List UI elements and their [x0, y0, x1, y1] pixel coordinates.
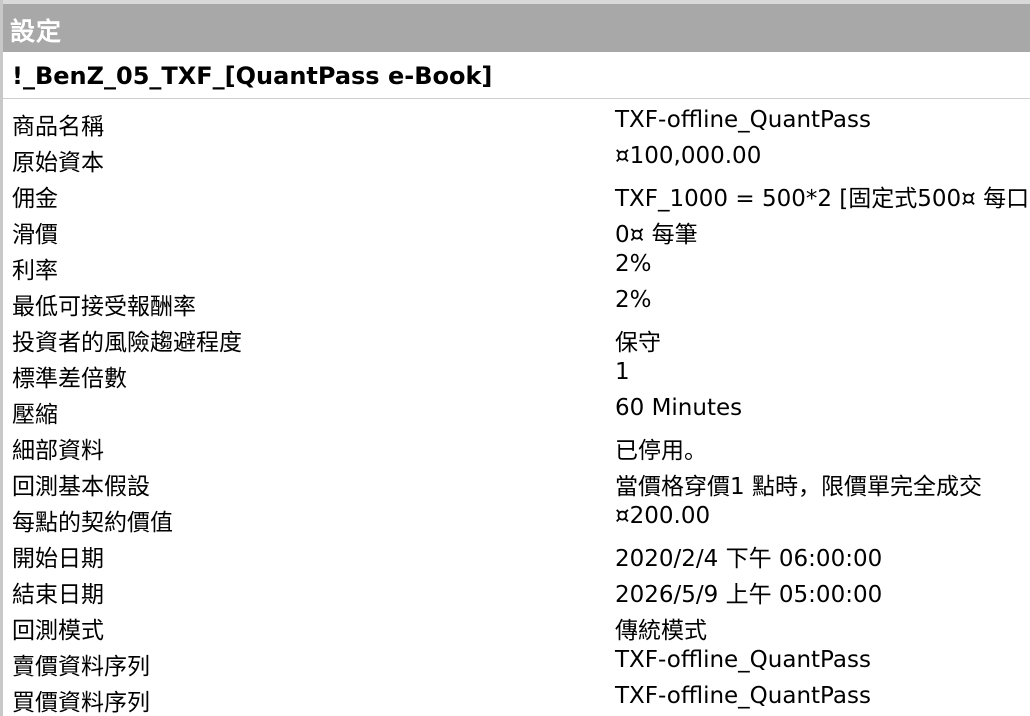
setting-label: 每點的契約價值 — [12, 510, 173, 536]
setting-value: 2026/5/9 上午 05:00:00 — [615, 582, 883, 608]
strategy-name-row: !_BenZ_05_TXF_[QuantPass e-Book] — [3, 54, 1030, 99]
setting-label: 買價資料序列 — [12, 690, 150, 716]
setting-value: 當價格穿價1 點時，限價單完全成交 — [615, 474, 982, 500]
settings-title: 設定 — [10, 17, 63, 46]
setting-label: 標準差倍數 — [12, 366, 127, 392]
settings-list: 商品名稱 TXF-offline_QuantPass 原始資本 ¤100,000… — [3, 104, 1030, 716]
setting-label: 賣價資料序列 — [12, 654, 150, 680]
setting-label: 回測模式 — [12, 618, 104, 644]
settings-header: 設定 — [3, 0, 1030, 52]
setting-label: 投資者的風險趨避程度 — [12, 330, 242, 356]
setting-label: 壓縮 — [12, 402, 58, 428]
setting-label: 回測基本假設 — [12, 474, 150, 500]
setting-value: 傳統模式 — [615, 618, 707, 644]
setting-label: 最低可接受報酬率 — [12, 294, 196, 320]
setting-value: ¤200.00 — [615, 503, 711, 529]
setting-label: 佣金 — [12, 186, 58, 212]
setting-row-compression: 壓縮 60 Minutes — [3, 392, 1030, 428]
setting-row-backtest-mode: 回測模式 傳統模式 — [3, 608, 1030, 644]
setting-label: 結束日期 — [12, 582, 104, 608]
setting-value: 保守 — [615, 330, 661, 356]
setting-label: 滑價 — [12, 222, 58, 248]
setting-row-std-multiplier: 標準差倍數 1 — [3, 356, 1030, 392]
setting-value: 2020/2/4 下午 06:00:00 — [615, 546, 883, 572]
setting-row-slippage: 滑價 0¤ 每筆 — [3, 212, 1030, 248]
setting-row-end-date: 結束日期 2026/5/9 上午 05:00:00 — [3, 572, 1030, 608]
setting-value: TXF-offline_QuantPass — [615, 683, 871, 709]
setting-value: 1 — [615, 359, 630, 385]
setting-label: 開始日期 — [12, 546, 104, 572]
setting-row-detail-data: 細部資料 已停用。 — [3, 428, 1030, 464]
setting-row-point-value: 每點的契約價值 ¤200.00 — [3, 500, 1030, 536]
setting-value: 0¤ 每筆 — [615, 222, 698, 248]
setting-row-start-date: 開始日期 2020/2/4 下午 06:00:00 — [3, 536, 1030, 572]
setting-label: 商品名稱 — [12, 114, 104, 140]
setting-value: TXF_1000 = 500*2 [固定式500¤ 每口] — [615, 186, 1030, 212]
setting-value: 2% — [615, 251, 652, 277]
setting-row-backtest-assumption: 回測基本假設 當價格穿價1 點時，限價單完全成交 — [3, 464, 1030, 500]
setting-row-symbol: 商品名稱 TXF-offline_QuantPass — [3, 104, 1030, 140]
setting-row-interest-rate: 利率 2% — [3, 248, 1030, 284]
setting-value: 60 Minutes — [615, 395, 743, 421]
setting-row-commission: 佣金 TXF_1000 = 500*2 [固定式500¤ 每口] — [3, 176, 1030, 212]
setting-row-ask-series: 買價資料序列 TXF-offline_QuantPass — [3, 680, 1030, 716]
settings-panel: 設定 !_BenZ_05_TXF_[QuantPass e-Book] 商品名稱… — [0, 0, 1030, 716]
strategy-name: !_BenZ_05_TXF_[QuantPass e-Book] — [12, 62, 493, 90]
setting-value: 2% — [615, 287, 652, 313]
setting-value: TXF-offline_QuantPass — [615, 107, 871, 133]
setting-label: 細部資料 — [12, 438, 104, 464]
setting-row-min-return: 最低可接受報酬率 2% — [3, 284, 1030, 320]
setting-label: 原始資本 — [12, 150, 104, 176]
setting-row-risk-aversion: 投資者的風險趨避程度 保守 — [3, 320, 1030, 356]
setting-row-initial-capital: 原始資本 ¤100,000.00 — [3, 140, 1030, 176]
setting-row-bid-series: 賣價資料序列 TXF-offline_QuantPass — [3, 644, 1030, 680]
setting-value: TXF-offline_QuantPass — [615, 647, 871, 673]
setting-value: 已停用。 — [615, 438, 707, 464]
setting-label: 利率 — [12, 258, 58, 284]
setting-value: ¤100,000.00 — [615, 143, 762, 169]
